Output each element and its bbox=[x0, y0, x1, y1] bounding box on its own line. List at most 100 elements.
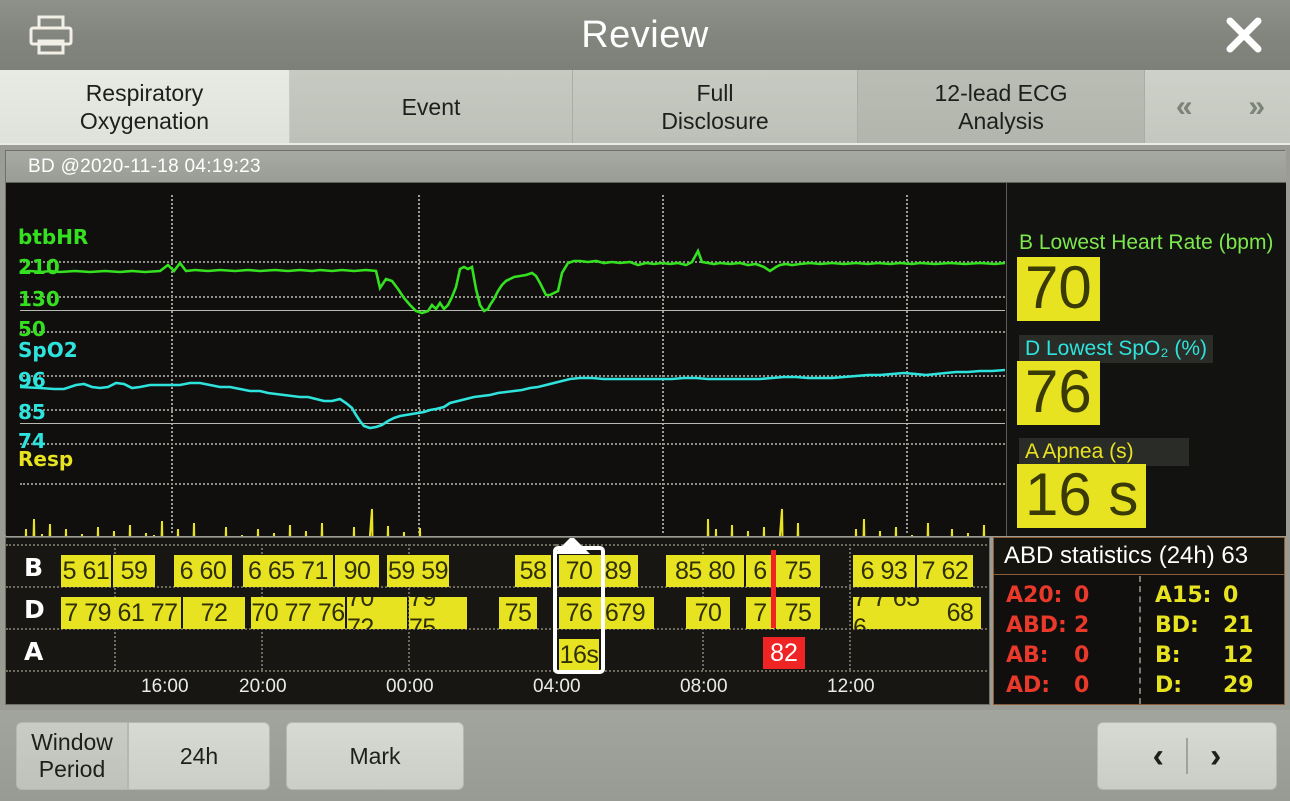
trend-tag-d[interactable]: 70 bbox=[686, 597, 730, 629]
nav-next-icon[interactable]: › bbox=[1210, 737, 1221, 776]
trend-tag-b[interactable]: 59 bbox=[113, 555, 155, 587]
stat-row: AB:0 bbox=[1006, 640, 1139, 670]
window-period-value-button[interactable]: 24h bbox=[128, 722, 270, 790]
tab-bar: Respiratory Oxygenation Event Full Discl… bbox=[0, 70, 1290, 145]
stat-row: AD:0 bbox=[1006, 670, 1139, 700]
abd-stats-column-right: A15:0 BD:21 B:12 D:29 bbox=[1139, 576, 1284, 704]
cursor-arrow-icon bbox=[554, 537, 590, 554]
trend-grid-line bbox=[6, 670, 990, 672]
trend-tag-b[interactable]: 75 bbox=[776, 555, 820, 587]
tab-next-icon[interactable]: » bbox=[1240, 90, 1267, 124]
stat-value: 0 bbox=[1074, 673, 1089, 698]
trend-row-label-d: D bbox=[24, 595, 45, 624]
trend-vgrid-line bbox=[849, 544, 851, 670]
tab-prev-icon[interactable]: « bbox=[1168, 90, 1195, 124]
trend-grid-line bbox=[6, 544, 990, 546]
trend-tag-d[interactable]: 72 bbox=[183, 597, 245, 629]
tab-12-lead-ecg-analysis[interactable]: 12-lead ECG Analysis bbox=[858, 70, 1145, 143]
stat-row: A15:0 bbox=[1155, 580, 1284, 610]
trend-cursor-box[interactable] bbox=[553, 546, 605, 674]
trend-tag-b[interactable]: 90 bbox=[335, 555, 379, 587]
waveform-label-resp: Resp bbox=[18, 447, 73, 471]
trend-tag-b[interactable]: 6 bbox=[746, 555, 774, 587]
trend-tag-d[interactable]: 7 bbox=[746, 597, 774, 629]
abd-statistics-grid: A20:0 ABD:2 AB:0 AD:0 A15:0 BD:21 B:12 D… bbox=[994, 576, 1284, 704]
nav-pad: ‹ › bbox=[1097, 722, 1277, 790]
stat-key: D: bbox=[1155, 673, 1223, 698]
abd-statistics-title: ABD statistics (24h) 63 bbox=[994, 538, 1284, 575]
trend-tag-b[interactable]: 6 93 bbox=[853, 555, 915, 587]
tab-label-line1: Event bbox=[402, 93, 461, 121]
review-screen: Review Respiratory Oxygenation Event Ful… bbox=[0, 0, 1290, 801]
trend-tag-b[interactable]: 5 61 bbox=[61, 555, 111, 587]
title-bar: Review bbox=[0, 0, 1290, 70]
trend-time-axis: 16:00 20:00 00:00 04:00 08:00 12:00 bbox=[6, 674, 990, 704]
trend-time-tick: 04:00 bbox=[533, 676, 581, 698]
stat-value: 2 bbox=[1074, 613, 1089, 638]
stat-key: AD: bbox=[1006, 673, 1074, 698]
stat-row: ABD:2 bbox=[1006, 610, 1139, 640]
tab-nav: « » bbox=[1145, 70, 1290, 143]
stat-value: 0 bbox=[1223, 583, 1238, 608]
stat-row: D:29 bbox=[1155, 670, 1284, 700]
tab-label-line2: Disclosure bbox=[661, 107, 768, 135]
trend-row-label-a: A bbox=[24, 637, 43, 666]
trend-time-tick: 00:00 bbox=[386, 676, 434, 698]
nav-divider bbox=[1186, 738, 1188, 774]
trend-strip[interactable]: B D A 5 61 59 6 60 6 65 71 90 59 59 58 8… bbox=[5, 537, 990, 705]
nav-prev-icon[interactable]: ‹ bbox=[1153, 737, 1164, 776]
stat-value: 29 bbox=[1223, 673, 1254, 698]
window-period-line2: Period bbox=[39, 756, 105, 783]
trend-tag-b[interactable]: 6 65 71 bbox=[243, 555, 333, 587]
page-title: Review bbox=[0, 0, 1290, 70]
trend-tag-d[interactable]: 75 bbox=[499, 597, 537, 629]
numerics-panel: B Lowest Heart Rate (bpm) 70 D Lowest Sp… bbox=[1006, 183, 1286, 536]
abd-stats-column-left: A20:0 ABD:2 AB:0 AD:0 bbox=[994, 576, 1139, 704]
waveform-label-spo2: SpO2 bbox=[18, 338, 78, 362]
tab-label-line1: Full bbox=[696, 79, 733, 107]
stat-key: BD: bbox=[1155, 613, 1223, 638]
trend-tag-d[interactable]: 7 7 65 6 bbox=[853, 597, 939, 629]
mark-button[interactable]: Mark bbox=[286, 722, 464, 790]
stat-key: AB: bbox=[1006, 643, 1074, 668]
stat-row: B:12 bbox=[1155, 640, 1284, 670]
tab-label-line1: Respiratory bbox=[86, 79, 204, 107]
trend-time-tick: 08:00 bbox=[680, 676, 728, 698]
numeric-value-apnea: 16 s bbox=[1017, 464, 1146, 528]
trend-row-label-b: B bbox=[24, 553, 43, 582]
trend-tag-b[interactable]: 6 60 bbox=[174, 555, 232, 587]
trend-time-tick: 20:00 bbox=[239, 676, 287, 698]
alarm-marker-badge[interactable]: 82 bbox=[763, 637, 805, 669]
trend-tag-b[interactable]: 59 59 bbox=[387, 555, 449, 587]
stat-value: 12 bbox=[1223, 643, 1254, 668]
stat-key: B: bbox=[1155, 643, 1223, 668]
resp-trace bbox=[20, 479, 1005, 536]
event-header: BD @2020-11-18 04:19:23 bbox=[6, 151, 1286, 183]
tab-full-disclosure[interactable]: Full Disclosure bbox=[573, 70, 858, 143]
trend-tag-d[interactable]: 68 bbox=[939, 597, 981, 629]
numeric-label-lowest-hr: B Lowest Heart Rate (bpm) bbox=[1019, 231, 1273, 255]
trend-tag-b[interactable]: 7 62 bbox=[917, 555, 973, 587]
close-icon[interactable] bbox=[1220, 11, 1268, 59]
trend-tag-d[interactable]: 75 bbox=[776, 597, 820, 629]
stat-key: A20: bbox=[1006, 583, 1074, 608]
spo2-trace bbox=[20, 363, 1005, 455]
stat-value: 21 bbox=[1223, 613, 1254, 638]
trend-tag-d[interactable]: 70 77 76 bbox=[251, 597, 345, 629]
trend-tag-b[interactable]: 85 80 bbox=[666, 555, 744, 587]
abd-statistics-panel: ABD statistics (24h) 63 A20:0 ABD:2 AB:0… bbox=[993, 537, 1285, 705]
tab-label-line2: Oxygenation bbox=[80, 107, 209, 135]
window-period-label: Window Period bbox=[16, 722, 128, 790]
trend-tag-d[interactable]: 79 75 bbox=[409, 597, 467, 629]
alarm-cursor-line bbox=[771, 550, 776, 628]
trend-tag-d[interactable]: 70 72 bbox=[347, 597, 407, 629]
tab-event[interactable]: Event bbox=[290, 70, 573, 143]
stat-value: 0 bbox=[1074, 643, 1089, 668]
trend-tag-d[interactable]: 7 79 61 77 bbox=[61, 597, 181, 629]
numeric-value-lowest-hr: 70 bbox=[1017, 257, 1100, 321]
stat-key: A15: bbox=[1155, 583, 1223, 608]
stat-value: 0 bbox=[1074, 583, 1089, 608]
waveform-plot-area[interactable]: btbHR 210 130 50 SpO2 96 85 74 R bbox=[6, 183, 1006, 536]
tab-respiratory-oxygenation[interactable]: Respiratory Oxygenation bbox=[0, 70, 290, 143]
trend-tag-b[interactable]: 58 bbox=[515, 555, 551, 587]
